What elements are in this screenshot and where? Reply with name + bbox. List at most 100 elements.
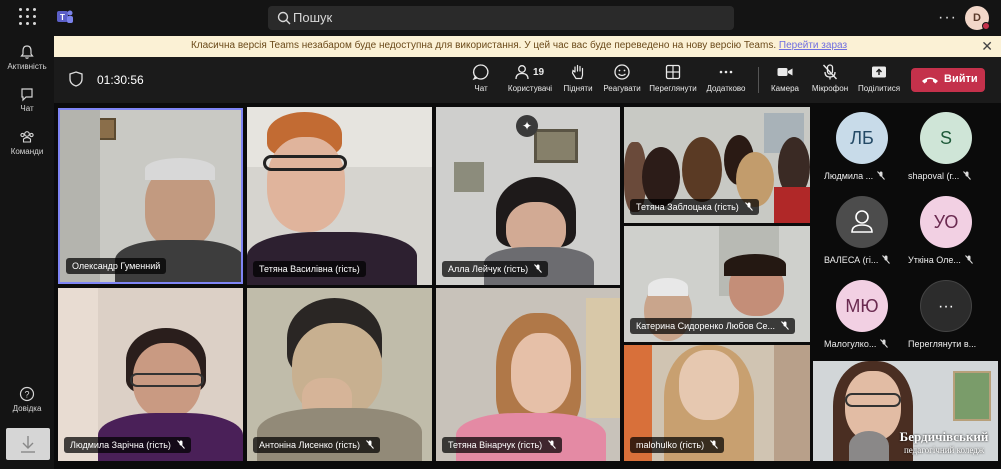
react-button[interactable]: Реагувати (601, 63, 643, 93)
roster-participant[interactable]: УО Уткіна Оле... (898, 192, 994, 274)
mic-off-icon (548, 440, 557, 449)
close-icon[interactable]: ✕ (981, 38, 993, 55)
rail-help[interactable]: ? Довідка (0, 386, 54, 413)
video-tile[interactable]: ✦ Алла Лейчук (гість) (436, 107, 620, 285)
roster-participant[interactable]: S shapoval (г... (898, 108, 994, 190)
roster-participant[interactable]: ВАЛЕСА (гі... (814, 192, 910, 274)
participant-count: 19 (533, 67, 545, 78)
roster-participant[interactable]: МЮ Малогулко... (814, 276, 910, 358)
more-icon (719, 70, 733, 74)
chat-icon (472, 64, 489, 81)
watermark: Бердичівський педагогічний коледж (889, 429, 998, 455)
app-launcher-icon[interactable] (19, 8, 37, 26)
meeting-timer: 01:30:56 (97, 73, 144, 87)
glasses (263, 155, 347, 171)
bell-icon (20, 45, 34, 59)
toolbar-divider (758, 67, 759, 93)
react-label: Реагувати (603, 84, 641, 93)
participant-name-label: Людмила Зарічна (гість) (64, 437, 191, 453)
download-button[interactable] (6, 428, 50, 460)
people-button[interactable]: 19 Користувачі (505, 63, 555, 93)
mic-off-icon (822, 64, 838, 80)
avatar: УО (920, 196, 972, 248)
avatar: S (920, 112, 972, 164)
video-tile[interactable]: Тетяна Василівна (гість) (247, 107, 432, 285)
participant-name-label: Тетяна Заблоцька (гість) (630, 199, 759, 215)
banner-message: Класична версія Teams незабаром буде нед… (190, 40, 777, 51)
meeting-toolbar: 01:30:56 Чат 19 Користувачі Підняти Реаг… (54, 57, 1001, 103)
search-input[interactable]: Пошук (268, 6, 734, 30)
raise-hand-button[interactable]: Підняти (560, 63, 596, 93)
smiley-icon (614, 64, 630, 80)
participant-name: Уткіна Оле... (908, 255, 961, 265)
shield-icon (69, 71, 83, 87)
participant-name: Людмила ... (824, 171, 874, 181)
mic-label: Мікрофон (811, 84, 849, 93)
watermark-subtitle: педагогічний коледж (903, 445, 985, 455)
settings-more-button[interactable]: ··· (938, 9, 957, 27)
camera-button[interactable]: Камера (767, 63, 803, 93)
rail-label: Команди (10, 147, 44, 156)
notification-banner: Класична версія Teams незабаром буде нед… (54, 36, 1001, 57)
view-all-participants[interactable]: ··· Переглянути в... (898, 276, 994, 358)
mic-off-icon (366, 440, 374, 449)
glasses (130, 373, 204, 387)
hang-up-icon (922, 77, 938, 84)
mic-off-icon (534, 264, 543, 273)
mic-off-icon (963, 171, 972, 180)
more-actions-button[interactable]: Додатково (702, 63, 750, 93)
mic-button[interactable]: Мікрофон (808, 63, 852, 93)
sparkle-icon[interactable]: ✦ (516, 115, 538, 137)
wall-picture (953, 371, 991, 421)
rail-chat[interactable]: Чат (0, 86, 54, 113)
mic-off-icon (744, 202, 753, 211)
mic-off-icon (965, 255, 973, 264)
video-tile[interactable]: Катерина Сидоренко Любов Се... (624, 226, 810, 342)
leave-button[interactable]: Вийти (911, 68, 985, 92)
video-tile[interactable]: Людмила Зарічна (гість) (58, 288, 243, 461)
chat-label: Чат (474, 84, 488, 93)
avatar (836, 196, 888, 248)
share-label: Поділитися (857, 84, 901, 93)
rail-activity[interactable]: Активність (0, 44, 54, 71)
chat-button[interactable]: Чат (463, 63, 499, 93)
download-icon (21, 436, 35, 453)
participant-name-label: Тетяна Вінарчук (гість) (442, 437, 563, 453)
raise-label: Підняти (563, 84, 593, 93)
participant-name-label: Катерина Сидоренко Любов Се... (630, 318, 795, 334)
banner-link[interactable]: Перейти зараз (779, 40, 847, 51)
share-screen-icon (872, 66, 886, 78)
people-label: Користувачі (507, 84, 553, 93)
rail-label: Довідка (12, 404, 42, 413)
camera-icon (777, 68, 793, 76)
participant-face (511, 333, 571, 413)
leave-label: Вийти (944, 73, 978, 85)
self-view-tile[interactable]: Бердичівський педагогічний коледж (813, 361, 998, 461)
presence-status-icon (982, 22, 990, 30)
rail-label: Активність (7, 62, 47, 71)
grid-view-icon (665, 64, 681, 80)
person-icon (851, 210, 873, 233)
avatar: ЛБ (836, 112, 888, 164)
mic-off-icon (781, 321, 789, 330)
avatar: МЮ (836, 280, 888, 332)
view-button[interactable]: Переглянути (646, 63, 700, 93)
video-tile[interactable]: Тетяна Вінарчук (гість) (436, 288, 620, 461)
watermark-title: Бердичівський (899, 429, 989, 444)
view-all-label: Переглянути в... (908, 339, 977, 349)
share-button[interactable]: Поділитися (855, 63, 903, 93)
camera-label: Камера (771, 84, 799, 93)
svg-text:T: T (60, 13, 65, 22)
participant-name-label: Тетяна Василівна (гість) (253, 261, 366, 277)
chat-icon (21, 88, 33, 102)
roster-participant[interactable]: ЛБ Людмила ... (814, 108, 910, 190)
video-tile[interactable]: Антоніна Лисенко (гість) (247, 288, 432, 461)
rail-teams[interactable]: Команди (0, 129, 54, 156)
help-icon: ? (19, 386, 35, 402)
people-icon (515, 65, 529, 80)
video-tile[interactable]: Тетяна Заблоцька (гість) (624, 107, 810, 223)
video-tile[interactable]: Олександр Гуменний (58, 108, 243, 284)
search-icon (277, 11, 291, 25)
participant-face (267, 137, 345, 232)
video-tile[interactable]: malohulko (гість) (624, 345, 810, 461)
